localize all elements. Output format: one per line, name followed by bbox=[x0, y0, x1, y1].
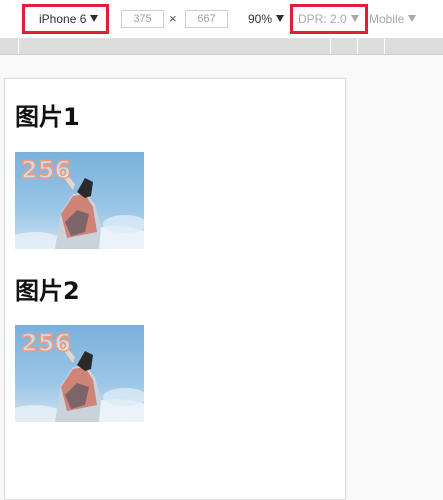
caret-down-icon bbox=[90, 15, 99, 22]
width-input[interactable]: 375 bbox=[121, 10, 164, 28]
photo-graphic: 256 bbox=[15, 325, 144, 422]
media-query-divider bbox=[384, 39, 385, 54]
zoom-select[interactable]: 90% bbox=[248, 8, 285, 30]
caret-down-icon bbox=[350, 15, 359, 22]
media-query-divider bbox=[357, 39, 358, 54]
media-query-bar[interactable] bbox=[0, 39, 443, 55]
times-sign: × bbox=[169, 11, 177, 26]
dpr-select-label: DPR: 2.0 bbox=[298, 12, 347, 26]
zoom-select-label: 90% bbox=[248, 12, 273, 26]
section-heading: 图片1 bbox=[15, 103, 80, 131]
photo-image: 256 bbox=[15, 152, 144, 249]
photo-graphic: 256 bbox=[15, 152, 144, 249]
photo-image: 256 bbox=[15, 325, 144, 422]
media-query-divider bbox=[18, 39, 19, 54]
dpr-select[interactable]: DPR: 2.0 bbox=[290, 4, 368, 34]
device-select[interactable]: iPhone 6 bbox=[22, 4, 109, 34]
device-viewport: 图片1 256 图片2 256 bbox=[4, 78, 346, 500]
media-query-divider bbox=[330, 39, 331, 54]
photo-watermark-text: 256 bbox=[21, 329, 71, 357]
photo-watermark-text: 256 bbox=[21, 156, 71, 184]
device-toolbar: iPhone 6 375 × 667 90% DPR: 2.0 Mobile bbox=[0, 0, 443, 39]
caret-down-icon bbox=[408, 15, 417, 22]
height-input[interactable]: 667 bbox=[185, 10, 228, 28]
caret-down-icon bbox=[276, 15, 285, 22]
mode-select-label: Mobile bbox=[369, 12, 405, 26]
mode-select[interactable]: Mobile bbox=[369, 8, 417, 30]
section-heading: 图片2 bbox=[15, 277, 80, 305]
device-select-label: iPhone 6 bbox=[39, 12, 87, 26]
